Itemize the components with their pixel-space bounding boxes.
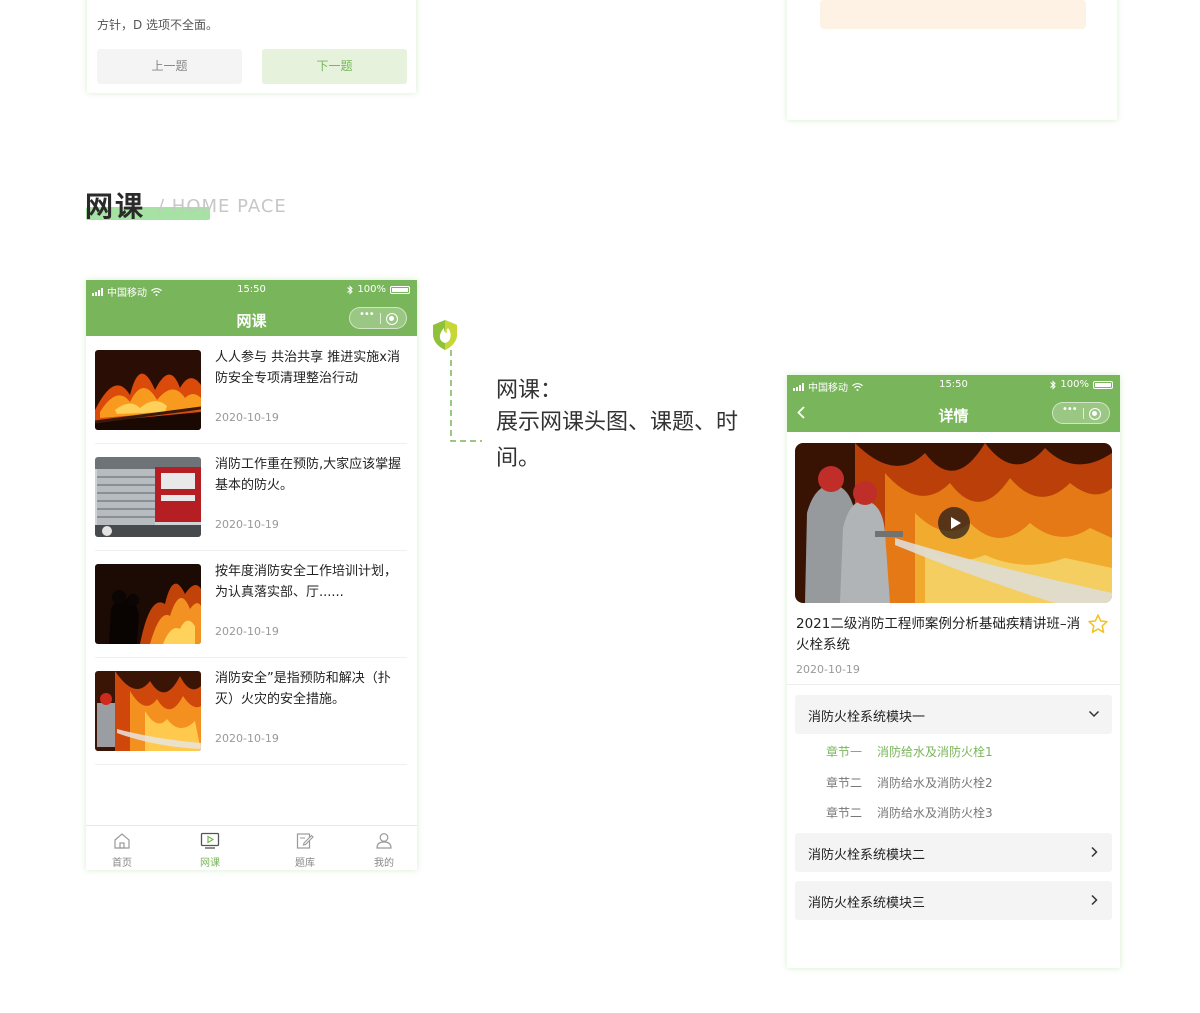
chapter-number: 章节二 <box>826 806 863 820</box>
course-title: 消防工作重在预防,大家应该掌握基本的防火。 <box>215 457 402 493</box>
course-list-item[interactable]: 消防安全”是指预防和解决（扑灭）火灾的安全措施。 2020-10-19 <box>95 658 407 765</box>
status-bar: 中国移动 15:50 100% <box>787 375 1120 395</box>
course-date: 2020-10-19 <box>215 625 279 638</box>
course-list-screen: 中国移动 15:50 100% 网课 ••• 人人参与 共治共享 推进实施x消防… <box>86 280 417 870</box>
next-question-button[interactable]: 下一题 <box>262 49 407 84</box>
course-date: 2020-10-19 <box>215 518 279 531</box>
right-card-fragment <box>787 0 1117 120</box>
course-date: 2020-10-19 <box>796 663 860 676</box>
favorite-star-icon[interactable] <box>1087 613 1109 635</box>
tab-label: 网课 <box>200 858 220 869</box>
chapter-item[interactable]: 章节二 消防给水及消防火栓3 <box>826 804 993 821</box>
battery-percent: 100% <box>357 284 386 295</box>
divider <box>787 684 1120 685</box>
tab-label: 题库 <box>295 858 315 869</box>
quiz-card-fragment: 方针，D 选项不全面。 上一题 下一题 <box>87 0 416 93</box>
battery-icon <box>1093 380 1113 389</box>
course-thumbnail-fire-truck <box>95 457 201 537</box>
previous-question-button[interactable]: 上一题 <box>97 49 242 84</box>
chapter-number: 章节二 <box>826 776 863 790</box>
module-accordion-1[interactable]: 消防火栓系统模块一 <box>795 695 1112 734</box>
quiz-explanation-text: 方针，D 选项不全面。 <box>97 18 219 32</box>
chapter-name: 消防给水及消防火栓3 <box>877 806 993 820</box>
mini-program-capsule <box>1052 402 1110 424</box>
navigation-header: 中国移动 15:50 100% 详情 <box>787 375 1120 432</box>
module-label: 消防火栓系统模块一 <box>808 710 926 725</box>
bluetooth-icon <box>1050 379 1057 390</box>
navigation-header: 中国移动 15:50 100% 网课 <box>86 280 417 336</box>
highlight-bar <box>820 0 1086 29</box>
course-list-item[interactable]: 人人参与 共治共享 推进实施x消防安全专项清理整治行动 2020-10-19 <box>95 337 407 444</box>
tab-home[interactable]: 首页 <box>97 832 147 869</box>
course-list-item[interactable]: 消防工作重在预防,大家应该掌握基本的防火。 2020-10-19 <box>95 444 407 551</box>
course-thumbnail-fire-wood <box>95 350 201 430</box>
edit-icon <box>296 833 314 849</box>
annotation-body: 展示网课头图、课题、时间。 <box>496 410 739 471</box>
play-icon <box>951 517 961 529</box>
more-icon[interactable] <box>359 309 374 321</box>
bluetooth-icon <box>347 284 354 295</box>
module-label: 消防火栓系统模块三 <box>808 896 926 911</box>
module-accordion-3[interactable]: 消防火栓系统模块三 <box>795 881 1112 920</box>
tab-label: 我的 <box>374 858 394 869</box>
chapter-item[interactable]: 章节二 消防给水及消防火栓2 <box>826 774 993 791</box>
annotation-connector <box>450 350 482 442</box>
chevron-down-icon <box>1088 710 1100 718</box>
chapter-number: 章节一 <box>826 745 863 759</box>
course-list-item[interactable]: 按年度消防安全工作培训计划，为认真落实部、厅...... 2020-10-19 <box>95 551 407 658</box>
play-button[interactable] <box>938 507 970 539</box>
tab-label: 首页 <box>112 858 132 869</box>
more-icon[interactable] <box>1062 404 1077 416</box>
close-target-icon[interactable] <box>1089 408 1101 420</box>
module-accordion-2[interactable]: 消防火栓系统模块二 <box>795 833 1112 872</box>
close-target-icon[interactable] <box>386 313 398 325</box>
module-label: 消防火栓系统模块二 <box>808 848 926 863</box>
battery-percent: 100% <box>1060 379 1089 390</box>
chevron-right-icon <box>1091 846 1098 858</box>
chevron-right-icon <box>1091 894 1098 906</box>
course-title: 消防安全”是指预防和解决（扑灭）火灾的安全措施。 <box>215 671 391 707</box>
course-detail-screen: 中国移动 15:50 100% 详情 ••• 2021二级消防工程师案例分析基础… <box>787 375 1120 968</box>
video-icon <box>200 832 220 849</box>
tab-courses[interactable]: 网课 <box>185 832 235 869</box>
section-subtitle: / HOME PACE <box>158 196 287 217</box>
course-thumbnail-firefighters-silhouette <box>95 564 201 644</box>
course-title: 人人参与 共治共享 推进实施x消防安全专项清理整治行动 <box>215 350 400 386</box>
chapter-name: 消防给水及消防火栓1 <box>877 745 993 759</box>
tab-question-bank[interactable]: 题库 <box>280 832 330 869</box>
mini-program-capsule <box>349 307 407 329</box>
course-video-cover[interactable] <box>795 443 1112 603</box>
bottom-tab-bar: 首页 网课 题库 我的 <box>86 825 417 870</box>
chapter-name: 消防给水及消防火栓2 <box>877 776 993 790</box>
chapter-item[interactable]: 章节一 消防给水及消防火栓1 <box>826 743 993 760</box>
fire-shield-icon <box>433 320 457 350</box>
course-date: 2020-10-19 <box>215 411 279 424</box>
annotation-title: 网课： <box>496 378 563 403</box>
course-date: 2020-10-19 <box>215 732 279 745</box>
course-title: 2021二级消防工程师案例分析基础疾精讲班–消火栓系统 <box>796 616 1081 653</box>
tab-profile[interactable]: 我的 <box>359 832 409 869</box>
user-icon <box>376 833 392 849</box>
battery-icon <box>390 285 410 294</box>
course-title: 按年度消防安全工作培训计划，为认真落实部、厅...... <box>215 564 398 600</box>
status-bar: 中国移动 15:50 100% <box>86 280 417 300</box>
home-icon <box>114 833 130 849</box>
section-title: 网课 <box>85 190 146 223</box>
course-thumbnail-firefighter-hose <box>95 671 201 751</box>
